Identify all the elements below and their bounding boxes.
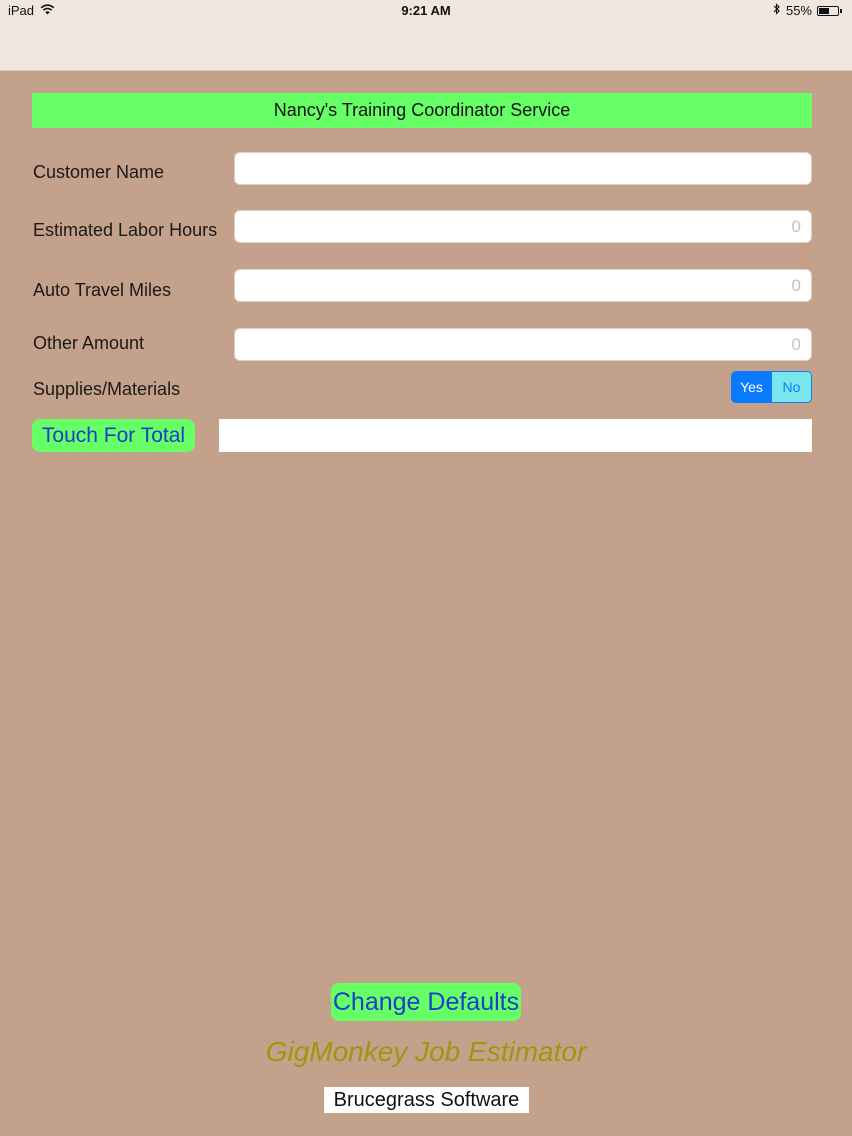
page-title: Nancy's Training Coordinator Service [32,93,812,128]
status-time: 9:21 AM [401,3,451,18]
app-name: GigMonkey Job Estimator [265,1036,587,1067]
battery-percent: 55% [785,3,812,18]
customer-name-input[interactable] [234,152,812,185]
status-bar: iPad 9:21 AM 55% [0,0,852,71]
battery-fill [819,7,829,14]
company-name: Brucegrass Software [324,1087,529,1113]
labor-hours-input[interactable] [234,210,812,243]
battery-icon [817,5,839,16]
battery-tip [840,8,842,13]
status-right: 55% [773,3,842,18]
labor-hours-label: Estimated Labor Hours [33,220,218,240]
travel-miles-label: Auto Travel Miles [33,280,172,300]
total-display [219,419,812,452]
supplies-segmented-control: Yes No [731,371,812,403]
change-defaults-button[interactable]: Change Defaults [331,983,521,1021]
travel-miles-input[interactable] [234,269,812,302]
bluetooth-icon [773,3,781,18]
supplies-no-segment[interactable]: No [771,372,811,402]
supplies-label: Supplies/Materials [33,379,181,399]
other-amount-input[interactable] [234,328,812,361]
other-amount-label: Other Amount [33,333,145,353]
customer-name-label: Customer Name [33,162,165,182]
touch-for-total-button[interactable]: Touch For Total [32,419,195,452]
supplies-yes-segment[interactable]: Yes [732,372,771,402]
